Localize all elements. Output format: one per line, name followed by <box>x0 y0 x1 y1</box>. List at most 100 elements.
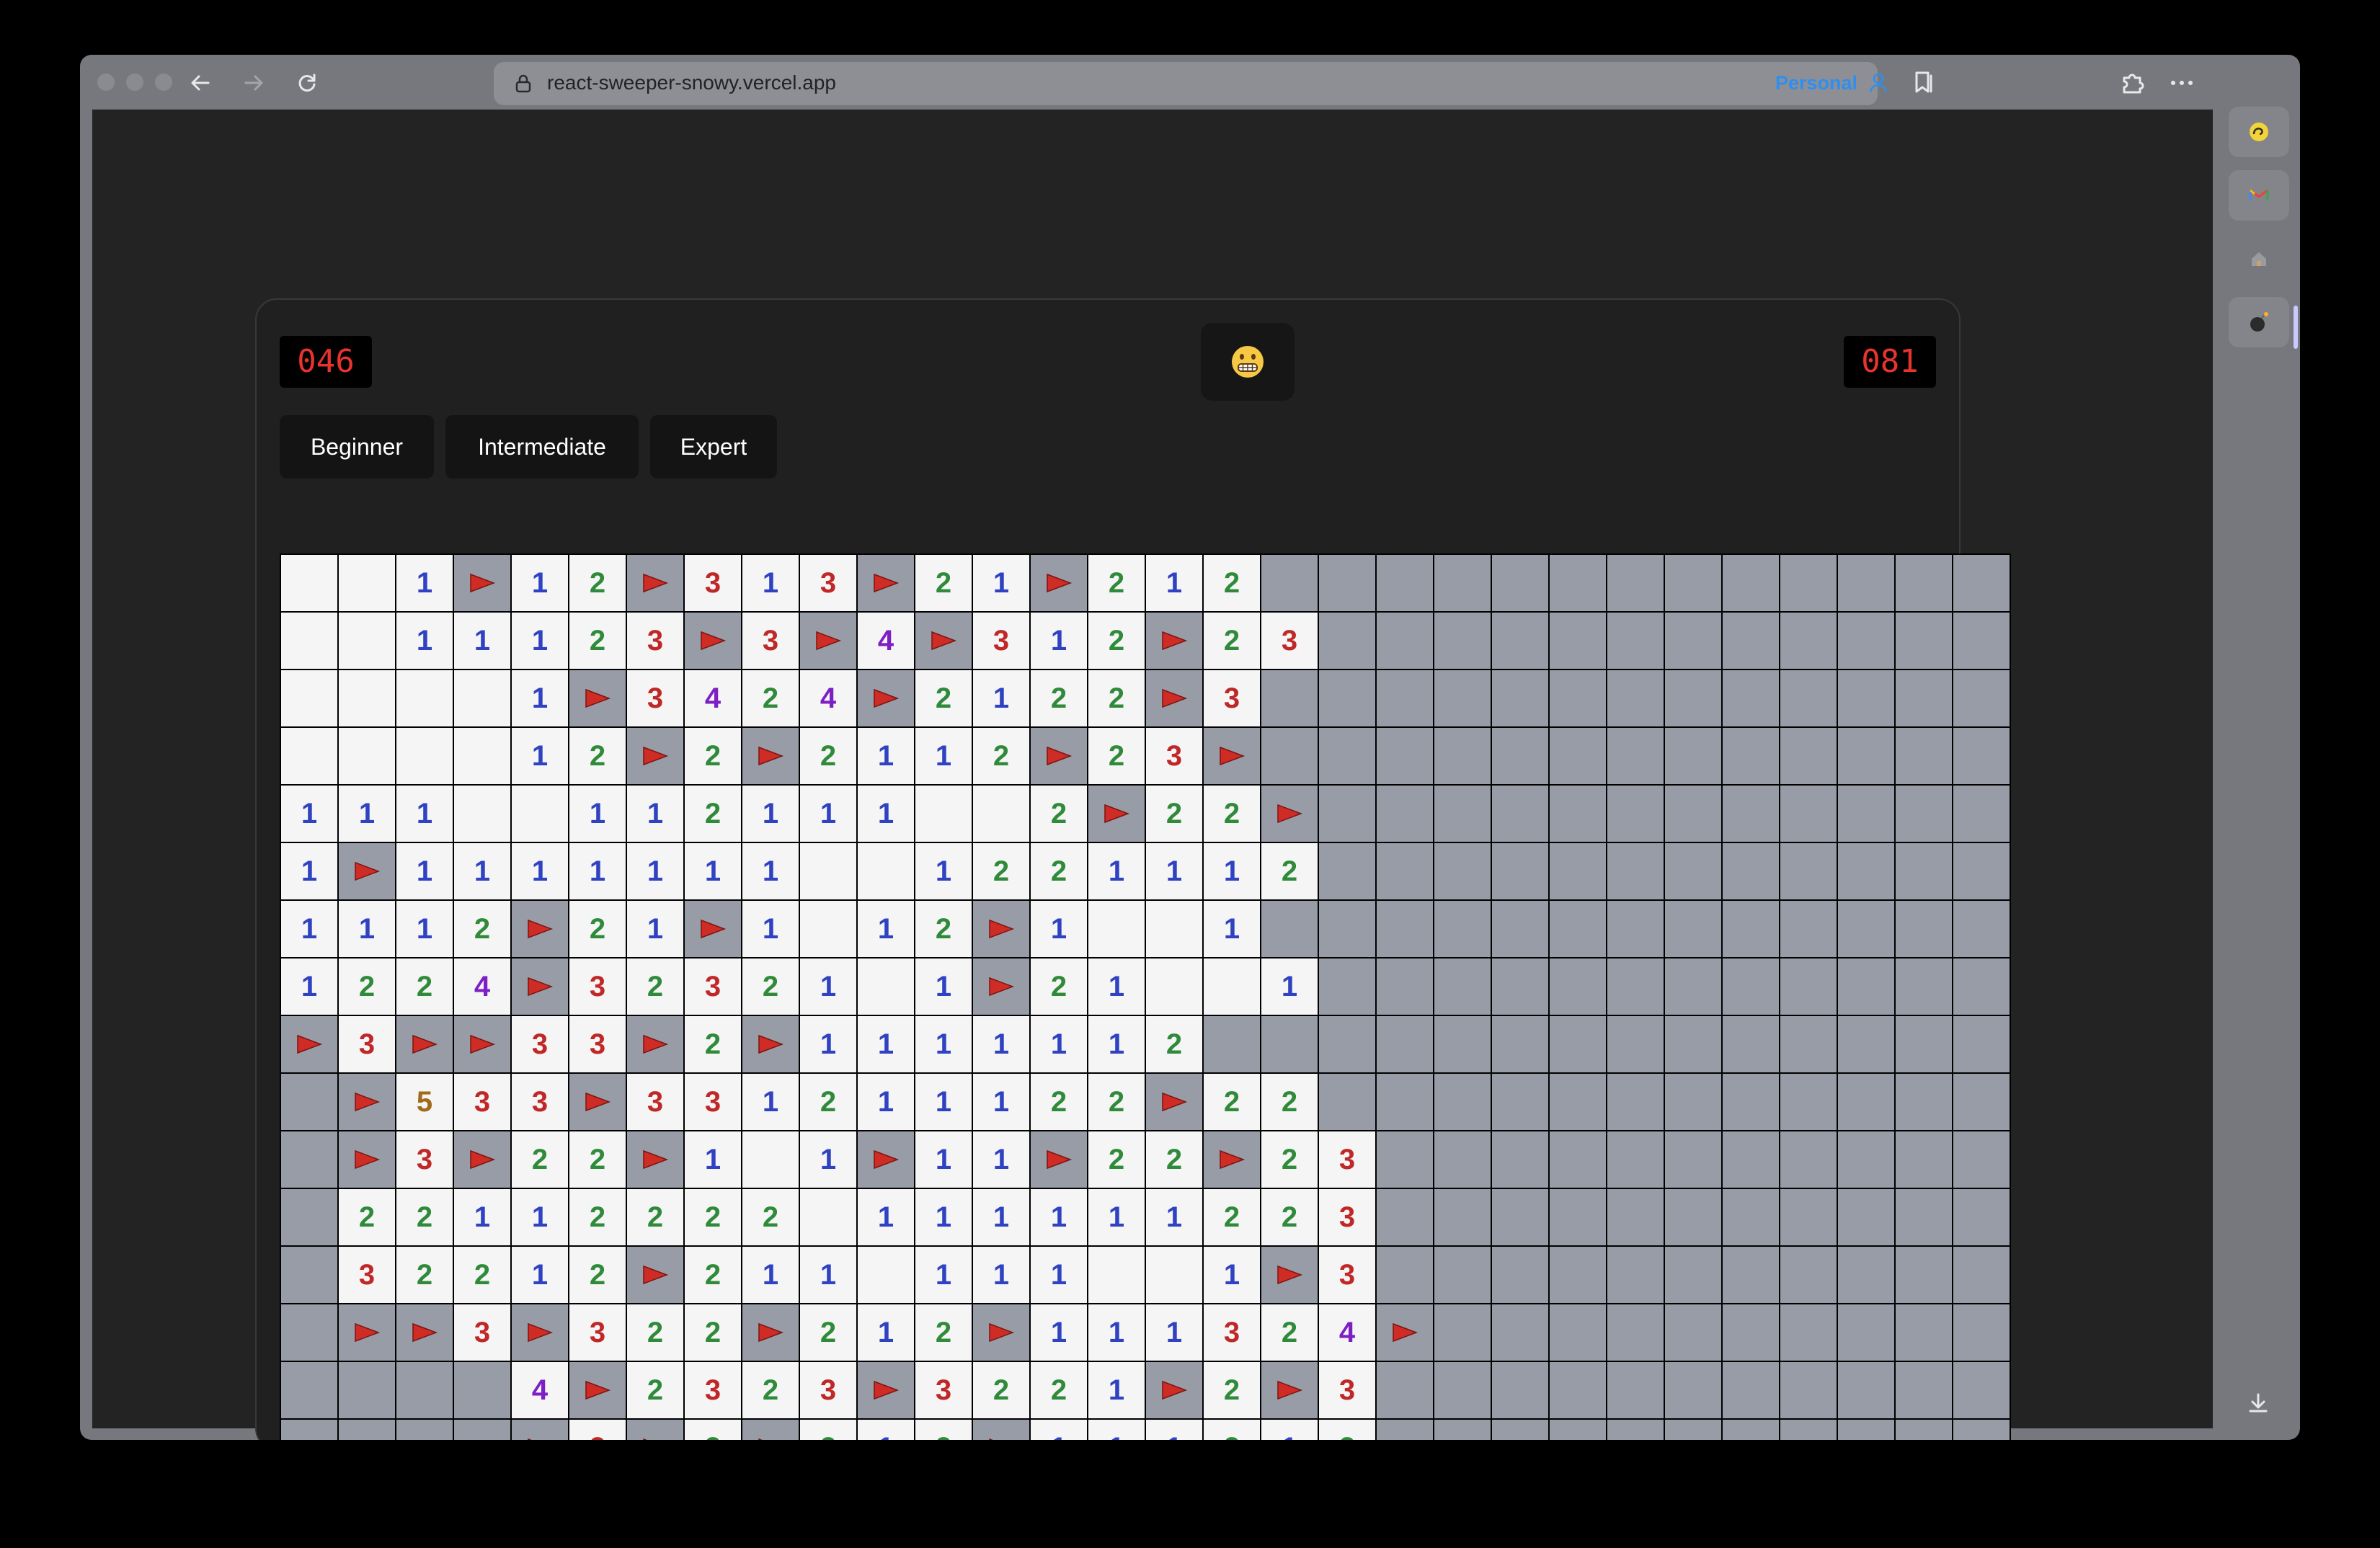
hidden-cell[interactable] <box>1780 555 1837 611</box>
number-cell[interactable]: 2 <box>742 1189 799 1245</box>
zoom-window-button[interactable] <box>155 74 172 91</box>
number-cell[interactable]: 2 <box>396 1189 453 1245</box>
hidden-cell[interactable] <box>1261 670 1318 726</box>
hidden-cell[interactable] <box>1780 670 1837 726</box>
hidden-cell[interactable] <box>1953 1304 2010 1361</box>
hidden-cell[interactable] <box>1896 1247 1952 1303</box>
empty-cell[interactable] <box>973 786 1029 842</box>
number-cell[interactable]: 2 <box>685 1016 741 1072</box>
number-cell[interactable]: 3 <box>685 958 741 1015</box>
number-cell[interactable]: 1 <box>396 843 453 899</box>
number-cell[interactable]: 2 <box>685 1420 741 1440</box>
number-cell[interactable]: 2 <box>627 1189 683 1245</box>
number-cell[interactable]: 3 <box>454 1074 510 1130</box>
number-cell[interactable]: 2 <box>973 1362 1029 1418</box>
flagged-cell[interactable] <box>569 1074 626 1130</box>
flagged-cell[interactable] <box>627 728 683 784</box>
hidden-cell[interactable] <box>1492 901 1548 957</box>
hidden-cell[interactable] <box>1665 1074 1721 1130</box>
number-cell[interactable]: 1 <box>742 901 799 957</box>
flagged-cell[interactable] <box>915 613 972 669</box>
number-cell[interactable]: 2 <box>800 728 856 784</box>
hidden-cell[interactable] <box>1607 613 1664 669</box>
number-cell[interactable]: 4 <box>454 958 510 1015</box>
number-cell[interactable]: 1 <box>396 613 453 669</box>
number-cell[interactable]: 1 <box>858 728 914 784</box>
number-cell[interactable]: 2 <box>1146 786 1202 842</box>
sidebar-app-snail-icon[interactable] <box>2229 107 2289 157</box>
hidden-cell[interactable] <box>1550 555 1606 611</box>
number-cell[interactable]: 1 <box>685 843 741 899</box>
flagged-cell[interactable] <box>627 1420 683 1440</box>
hidden-cell[interactable] <box>1377 901 1433 957</box>
hidden-cell[interactable] <box>1607 1420 1664 1440</box>
number-cell[interactable]: 1 <box>1088 1189 1145 1245</box>
hidden-cell[interactable] <box>1665 1131 1721 1188</box>
empty-cell[interactable] <box>281 728 337 784</box>
hidden-cell[interactable] <box>1896 728 1952 784</box>
hidden-cell[interactable] <box>1953 555 2010 611</box>
number-cell[interactable]: 1 <box>454 843 510 899</box>
hidden-cell[interactable] <box>1780 613 1837 669</box>
flagged-cell[interactable] <box>1261 786 1318 842</box>
number-cell[interactable]: 2 <box>1088 728 1145 784</box>
number-cell[interactable]: 1 <box>1146 1420 1202 1440</box>
hidden-cell[interactable] <box>1607 1074 1664 1130</box>
number-cell[interactable]: 1 <box>915 1189 972 1245</box>
hidden-cell[interactable] <box>396 1362 453 1418</box>
number-cell[interactable]: 1 <box>1146 1304 1202 1361</box>
number-cell[interactable]: 1 <box>512 670 568 726</box>
hidden-cell[interactable] <box>1261 1016 1318 1072</box>
number-cell[interactable]: 1 <box>1204 843 1260 899</box>
number-cell[interactable]: 2 <box>627 958 683 1015</box>
number-cell[interactable]: 1 <box>858 1074 914 1130</box>
number-cell[interactable]: 1 <box>1204 1247 1260 1303</box>
flagged-cell[interactable] <box>742 1304 799 1361</box>
number-cell[interactable]: 1 <box>742 555 799 611</box>
hidden-cell[interactable] <box>1665 1189 1721 1245</box>
empty-cell[interactable] <box>512 786 568 842</box>
hidden-cell[interactable] <box>1204 1016 1260 1072</box>
number-cell[interactable]: 1 <box>1088 843 1145 899</box>
hidden-cell[interactable] <box>1665 958 1721 1015</box>
flagged-cell[interactable] <box>1088 786 1145 842</box>
number-cell[interactable]: 1 <box>1261 1420 1318 1440</box>
hidden-cell[interactable] <box>1550 728 1606 784</box>
number-cell[interactable]: 3 <box>742 613 799 669</box>
hidden-cell[interactable] <box>1319 555 1375 611</box>
number-cell[interactable]: 1 <box>281 843 337 899</box>
number-cell[interactable]: 3 <box>1261 613 1318 669</box>
number-cell[interactable]: 3 <box>685 1362 741 1418</box>
hidden-cell[interactable] <box>1434 728 1491 784</box>
more-menu-icon[interactable] <box>2167 71 2196 95</box>
hidden-cell[interactable] <box>1838 1420 1894 1440</box>
hidden-cell[interactable] <box>1492 1304 1548 1361</box>
number-cell[interactable]: 2 <box>800 1074 856 1130</box>
hidden-cell[interactable] <box>1434 843 1491 899</box>
flagged-cell[interactable] <box>512 1420 568 1440</box>
hidden-cell[interactable] <box>1492 1362 1548 1418</box>
hidden-cell[interactable] <box>1723 555 1779 611</box>
address-bar[interactable]: react-sweeper-snowy.vercel.app Personal <box>494 62 1888 105</box>
empty-cell[interactable] <box>800 1189 856 1245</box>
number-cell[interactable]: 1 <box>858 1016 914 1072</box>
empty-cell[interactable] <box>339 670 395 726</box>
number-cell[interactable]: 3 <box>973 613 1029 669</box>
number-cell[interactable]: 2 <box>512 1131 568 1188</box>
flagged-cell[interactable] <box>858 555 914 611</box>
hidden-cell[interactable] <box>1377 1016 1433 1072</box>
hidden-cell[interactable] <box>1607 1304 1664 1361</box>
number-cell[interactable]: 1 <box>858 786 914 842</box>
hidden-cell[interactable] <box>1953 843 2010 899</box>
hidden-cell[interactable] <box>1492 555 1548 611</box>
hidden-cell[interactable] <box>1838 1247 1894 1303</box>
hidden-cell[interactable] <box>1607 1189 1664 1245</box>
hidden-cell[interactable] <box>1896 901 1952 957</box>
hidden-cell[interactable] <box>1550 786 1606 842</box>
empty-cell[interactable] <box>281 670 337 726</box>
number-cell[interactable]: 3 <box>569 1016 626 1072</box>
empty-cell[interactable] <box>800 901 856 957</box>
number-cell[interactable]: 1 <box>858 1189 914 1245</box>
hidden-cell[interactable] <box>1377 1362 1433 1418</box>
flagged-cell[interactable] <box>512 901 568 957</box>
